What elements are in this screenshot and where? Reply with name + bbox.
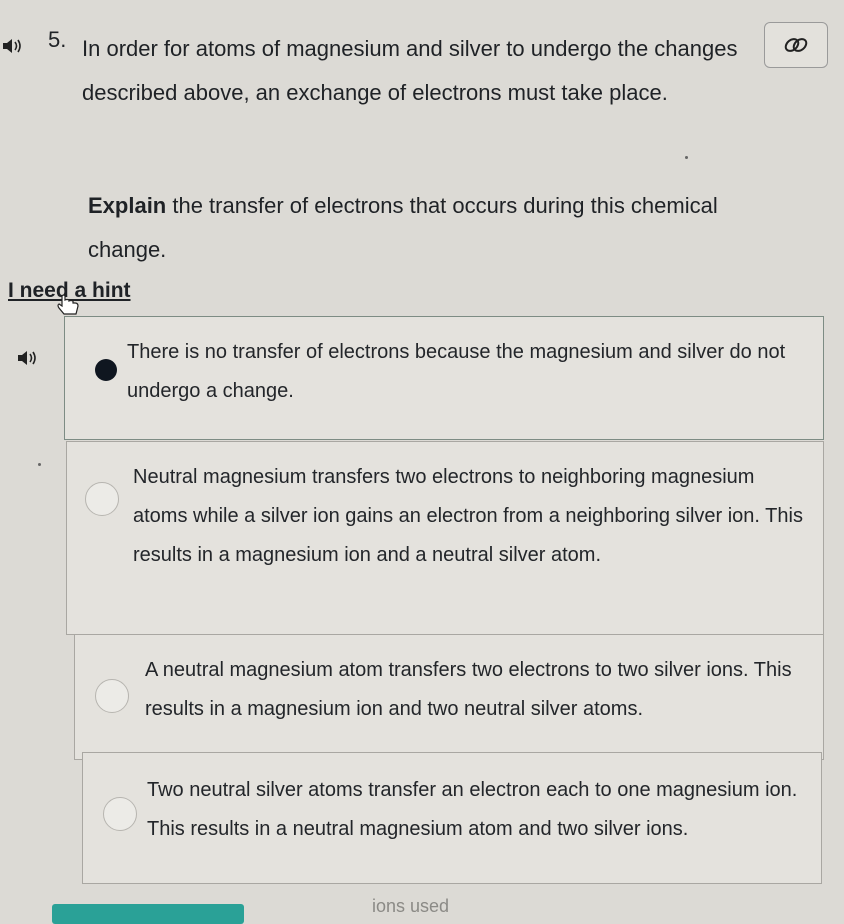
instruction-rest: the transfer of electrons that occurs du… <box>88 193 718 262</box>
footer-text: ions used <box>372 896 450 916</box>
question-number: 5. <box>48 27 67 52</box>
radio-selected[interactable] <box>95 359 117 381</box>
option-3-text: A neutral magnesium atom transfers two e… <box>145 659 792 720</box>
link-button[interactable] <box>764 22 828 68</box>
instruction-bold: Explain <box>88 193 167 218</box>
option-2-text: Neutral magnesium transfers two electron… <box>133 466 803 566</box>
answer-option-4[interactable]: Two neutral silver atoms transfer an ele… <box>82 752 822 884</box>
radio-unselected[interactable] <box>103 797 137 831</box>
answer-option-2[interactable]: Neutral magnesium transfers two electron… <box>66 441 824 635</box>
speck <box>685 156 688 159</box>
option-speaker-icon[interactable] <box>17 349 39 367</box>
speaker-icon[interactable] <box>2 37 24 55</box>
option-4-text: Two neutral silver atoms transfer an ele… <box>147 779 798 840</box>
answer-option-3[interactable]: A neutral magnesium atom transfers two e… <box>74 634 824 760</box>
progress-bar <box>52 904 244 924</box>
radio-unselected[interactable] <box>85 482 119 516</box>
speck <box>38 463 41 466</box>
answer-option-1[interactable]: There is no transfer of electrons becaus… <box>64 316 824 440</box>
question-instruction: Explain the transfer of electrons that o… <box>88 184 768 272</box>
question-text: In order for atoms of magnesium and silv… <box>82 36 738 105</box>
option-1-text: There is no transfer of electrons becaus… <box>127 341 786 402</box>
radio-unselected[interactable] <box>95 679 129 713</box>
link-icon <box>784 38 808 52</box>
